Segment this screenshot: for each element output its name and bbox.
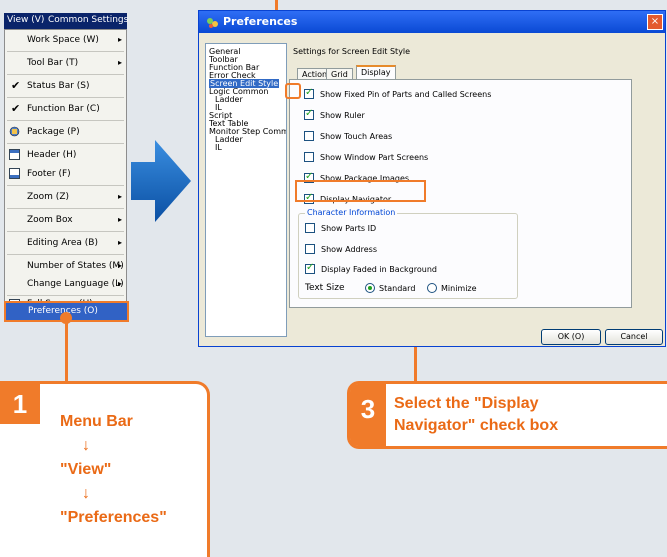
footer-icon: [9, 168, 20, 179]
checkbox-box: [305, 262, 315, 274]
menu-item-zoom-box[interactable]: Zoom Box ▸: [5, 210, 126, 231]
step-text: Select the "Display Navigator" check box: [394, 395, 559, 434]
menu-item-change-language[interactable]: Change Language (L) ▸: [5, 274, 126, 295]
title-bar[interactable]: Preferences ×: [199, 11, 665, 33]
checkbox-box: [304, 152, 314, 162]
ok-button[interactable]: OK (O): [541, 329, 601, 345]
view-menu-panel: Work Space (W) ▸ Tool Bar (T) ▸ ✔ Status Ba…: [4, 29, 127, 320]
menu-item-status-bar[interactable]: ✔ Status Bar (S): [5, 76, 126, 97]
step-1-callout: 1 Menu Bar ↓ "View" ↓ "Preferences": [0, 381, 210, 557]
step-number: 3: [350, 384, 386, 446]
connector-dot: [60, 312, 72, 324]
close-button[interactable]: ×: [647, 14, 663, 30]
radio-standard[interactable]: [365, 283, 375, 293]
settings-title: Settings for Screen Edit Style: [293, 47, 411, 56]
step-3-callout: 3 Select the "Display Navigator" check b…: [347, 381, 667, 449]
check-icon: ✔: [11, 102, 21, 115]
radio-standard-label: Standard: [379, 284, 416, 293]
display-navigator-highlight: [295, 180, 426, 202]
checkbox-box: [304, 108, 314, 120]
menu-common-settings[interactable]: Common Settings: [48, 15, 128, 25]
preferences-dialog: Preferences × General Toolbar Function B…: [198, 10, 666, 347]
radio-minimize[interactable]: [427, 283, 437, 293]
radio-minimize-label: Minimize: [441, 284, 477, 293]
screen-edit-style-highlight: [285, 83, 301, 99]
cancel-button[interactable]: Cancel: [605, 329, 663, 345]
menu-item-tool-bar[interactable]: Tool Bar (T) ▸: [5, 53, 126, 74]
checkbox-box: [304, 131, 314, 141]
check-icon: ✔: [11, 79, 21, 92]
preferences-icon: [207, 18, 218, 28]
big-arrow-icon: [131, 140, 191, 222]
menu-item-zoom[interactable]: Zoom (Z) ▸: [5, 187, 126, 208]
menu-item-footer[interactable]: Footer (F): [5, 164, 126, 185]
checkbox-box: [305, 223, 315, 233]
character-information-group: Character Information Show Parts ID Show…: [298, 208, 518, 299]
menu-item-editing-area[interactable]: Editing Area (B) ▸: [5, 233, 126, 254]
step-text: Menu Bar ↓ "View" ↓ "Preferences": [60, 413, 167, 526]
dialog-title: Preferences: [223, 15, 298, 28]
tree-item-il[interactable]: IL: [215, 143, 222, 152]
group-legend: Character Information: [305, 208, 398, 217]
checkbox-box: [305, 244, 315, 254]
view-menu: View (V) Common Settings Work Space (W) ▸…: [0, 0, 129, 322]
package-icon: [9, 126, 20, 137]
menu-item-header[interactable]: Header (H): [5, 145, 126, 166]
step-number: 1: [0, 384, 40, 424]
menu-item-package[interactable]: Package (P): [5, 122, 126, 143]
category-tree: General Toolbar Function Bar Error Check…: [205, 43, 287, 337]
text-size-label: Text Size: [305, 283, 345, 293]
menu-item-function-bar[interactable]: ✔ Function Bar (C): [5, 99, 126, 120]
menu-item-work-space[interactable]: Work Space (W) ▸: [5, 30, 126, 51]
checkbox-box: [304, 87, 314, 99]
menu-view[interactable]: View (V): [7, 15, 44, 25]
header-icon: [9, 149, 20, 160]
menu-bar: View (V) Common Settings: [4, 13, 128, 29]
